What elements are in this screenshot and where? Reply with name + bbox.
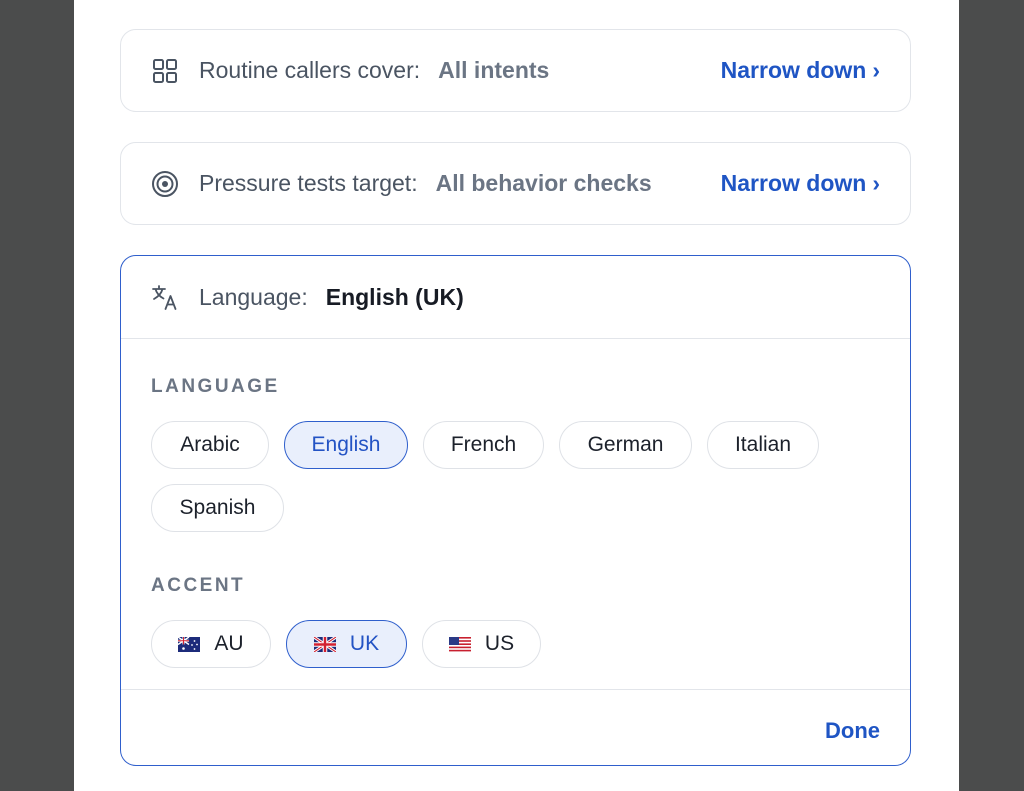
language-section-title: LANGUAGE	[151, 376, 280, 397]
language-chip-arabic[interactable]: Arabic	[151, 421, 269, 469]
translate-icon	[151, 283, 179, 311]
narrow-down-pressure-link[interactable]: Narrow down ›	[721, 170, 880, 197]
accent-section-title: ACCENT	[151, 575, 246, 596]
accent-chip-au[interactable]: AU	[151, 620, 271, 668]
language-value: English (UK)	[325, 283, 464, 310]
chip-label: UK	[349, 632, 380, 655]
narrow-down-intents-link[interactable]: Narrow down ›	[721, 57, 880, 84]
language-chip-english[interactable]: English	[284, 421, 408, 469]
chip-label: US	[484, 632, 515, 655]
language-chip-french[interactable]: French	[423, 421, 544, 469]
pressure-tests-label: Pressure tests target:	[199, 170, 418, 196]
chip-label: Spanish	[179, 496, 256, 519]
chip-label: AU	[214, 632, 244, 655]
target-icon	[151, 170, 179, 198]
uk-flag-icon	[313, 636, 336, 652]
chevron-right-icon: ›	[872, 57, 880, 83]
pressure-tests-row: Pressure tests target: All behavior chec…	[120, 142, 911, 225]
language-chip-spanish[interactable]: Spanish	[151, 484, 284, 532]
chip-label: German	[587, 433, 664, 456]
chip-label: English	[311, 433, 381, 456]
chip-label: Italian	[734, 433, 792, 456]
language-chip-group: Arabic English French German Italian Spa…	[151, 421, 871, 532]
chip-label: French	[450, 433, 517, 456]
narrow-down-label: Narrow down	[720, 57, 867, 83]
language-chip-italian[interactable]: Italian	[707, 421, 819, 469]
us-flag-icon	[448, 636, 471, 652]
routine-callers-row: Routine callers cover: All intents Narro…	[120, 29, 911, 112]
accent-chip-group: AU UK US	[151, 620, 871, 668]
accent-chip-uk[interactable]: UK	[286, 620, 407, 668]
language-label: Language:	[199, 283, 308, 310]
routine-callers-label: Routine callers cover:	[199, 57, 421, 83]
chevron-right-icon: ›	[872, 170, 880, 196]
grid-icon	[151, 57, 179, 85]
pressure-tests-value: All behavior checks	[435, 170, 652, 196]
language-header[interactable]: Language: English (UK)	[121, 256, 910, 339]
settings-panel: Routine callers cover: All intents Narro…	[74, 0, 959, 791]
language-card: Language: English (UK) LANGUAGE Arabic E…	[120, 255, 911, 766]
australia-flag-icon	[178, 636, 201, 652]
accent-chip-us[interactable]: US	[422, 620, 541, 668]
language-chip-german[interactable]: German	[559, 421, 692, 469]
chip-label: Arabic	[180, 433, 240, 456]
language-card-footer: Done	[121, 689, 910, 765]
routine-callers-value: All intents	[438, 57, 550, 83]
done-button[interactable]: Done	[825, 718, 880, 744]
narrow-down-label: Narrow down	[720, 170, 867, 196]
